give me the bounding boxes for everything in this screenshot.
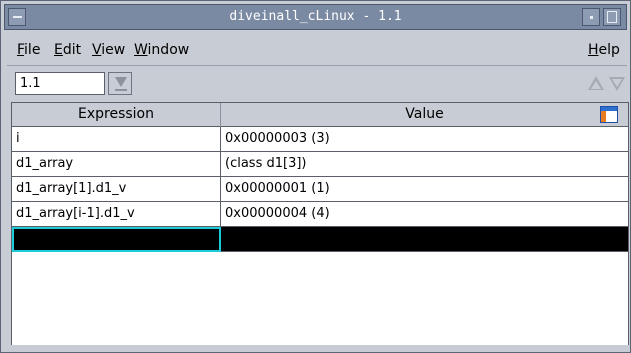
new-value-cell [221, 227, 628, 252]
new-expression-input[interactable] [12, 227, 221, 252]
menu-file[interactable]: File [17, 42, 40, 58]
title-bar[interactable]: diveinall_cLinux - 1.1 [4, 4, 627, 30]
chevron-down-icon [115, 77, 127, 87]
column-header-value[interactable]: Value [221, 103, 628, 127]
column-config-icon[interactable] [600, 106, 618, 123]
column-header-expression[interactable]: Expression [12, 103, 221, 127]
expression-cell[interactable]: i [12, 127, 221, 152]
value-cell[interactable]: (class d1[3]) [221, 152, 628, 177]
menu-view[interactable]: View [92, 42, 125, 58]
maximize-icon [607, 11, 617, 23]
expression-table: Expression Value i 0x00000003 (3) d1_arr… [11, 102, 629, 346]
menu-window[interactable]: Window [134, 42, 189, 58]
window-title: diveinall_cLinux - 1.1 [229, 9, 402, 24]
table-row[interactable]: d1_array (class d1[3]) [12, 152, 628, 177]
expression-cell[interactable]: d1_array[1].d1_v [12, 177, 221, 202]
new-expression-row[interactable] [12, 227, 628, 252]
menu-bar: File Edit View Window Help [7, 36, 627, 62]
previous-button[interactable] [586, 72, 606, 95]
thread-selector-dropdown-button[interactable] [108, 72, 132, 95]
minimize-icon [590, 16, 593, 19]
bottom-border [11, 345, 629, 351]
value-cell[interactable]: 0x00000001 (1) [221, 177, 628, 202]
toolbar-separator [7, 65, 627, 66]
table-row[interactable]: i 0x00000003 (3) [12, 127, 628, 152]
menu-edit[interactable]: Edit [54, 42, 81, 58]
dropdown-underline-icon [115, 89, 127, 91]
table-row[interactable]: d1_array[1].d1_v 0x00000001 (1) [12, 177, 628, 202]
table-row[interactable]: d1_array[i-1].d1_v 0x00000004 (4) [12, 202, 628, 227]
minimize-button[interactable] [582, 8, 600, 26]
value-cell[interactable]: 0x00000003 (3) [221, 127, 628, 152]
thread-selector-field[interactable]: 1.1 [15, 72, 105, 95]
value-cell[interactable]: 0x00000004 (4) [221, 202, 628, 227]
menu-help[interactable]: Help [588, 42, 620, 58]
expression-cell[interactable]: d1_array [12, 152, 221, 177]
maximize-button[interactable] [603, 8, 621, 26]
expression-cell[interactable]: d1_array[i-1].d1_v [12, 202, 221, 227]
application-window: diveinall_cLinux - 1.1 File Edit View Wi… [0, 0, 631, 353]
next-button[interactable] [607, 72, 627, 95]
